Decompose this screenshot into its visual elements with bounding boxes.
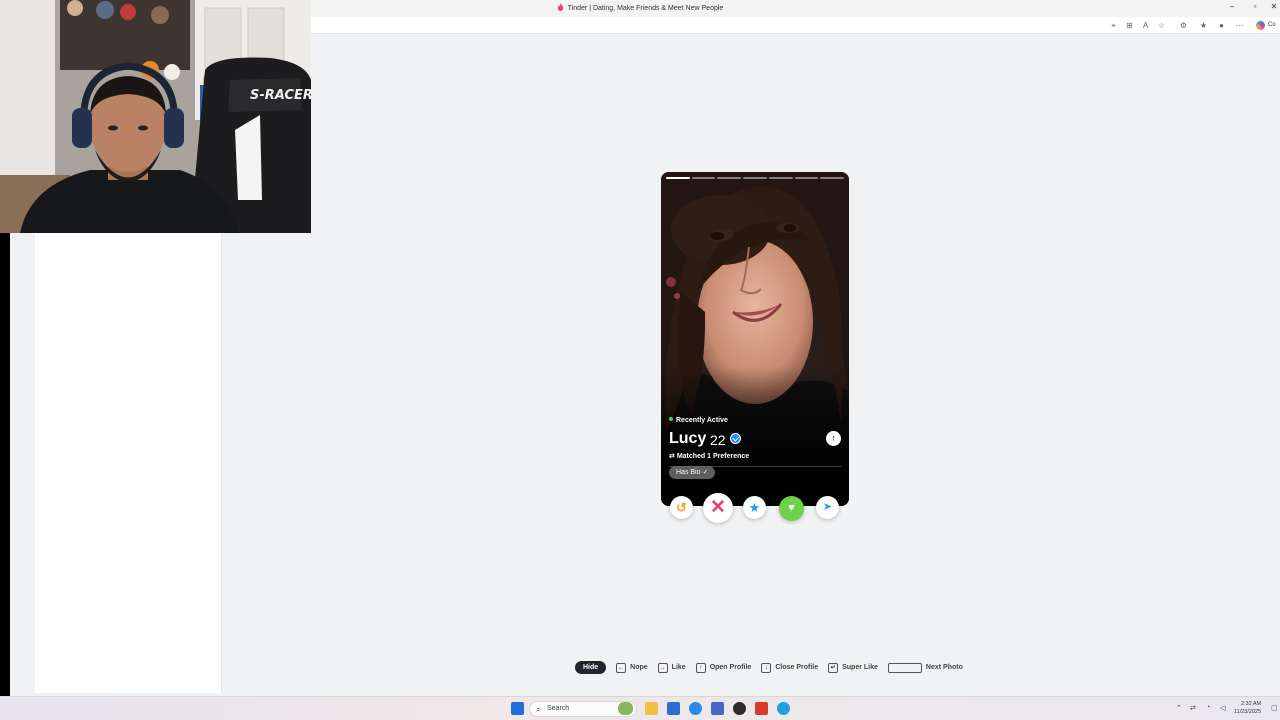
store-icon[interactable] (667, 702, 680, 715)
widget-icon[interactable] (618, 702, 633, 715)
edge-icon[interactable] (777, 702, 790, 715)
matched-preference: ⇄ Matched 1 Preference (669, 452, 749, 460)
open-profile-arrow-icon[interactable]: ↑ (826, 431, 841, 446)
heart-icon: ♥ (788, 502, 795, 514)
recorder-icon[interactable] (755, 702, 768, 715)
profile-card[interactable]: Recently Active Lucy 22 ↑ ⇄ Matched 1 Pr… (661, 172, 849, 506)
window-title-text: Tinder | Dating, Make Friends & Meet New… (567, 5, 724, 12)
clock-time: 2:32 AM (1240, 701, 1262, 707)
recently-active-status: Recently Active (669, 417, 728, 424)
enter-key-icon: ↵ (828, 662, 839, 673)
favorites-icon[interactable]: ★ (1199, 21, 1208, 30)
clock-date: 11/23/2025 (1234, 709, 1262, 715)
rewind-icon: ↺ (676, 500, 687, 515)
more-options-icon[interactable]: ⋯ (1235, 21, 1244, 30)
left-dark-edge (0, 233, 10, 696)
outlook-icon[interactable] (689, 702, 702, 715)
like-button[interactable]: ♥ (779, 496, 804, 521)
webcam-image: S-RACER (0, 0, 311, 233)
shortcut-close-profile-label: Close Profile (775, 664, 819, 671)
svg-text:S-RACER: S-RACER (250, 88, 311, 103)
photo-progress-bars (666, 177, 845, 180)
app-icon[interactable] (733, 702, 746, 715)
shortcut-like-label: Like (671, 664, 686, 671)
shortcut-super-like-label: Super Like (842, 664, 878, 671)
maximize-icon[interactable]: ▫ (1249, 2, 1261, 11)
shortcut-super-like: ↵ Super Like (828, 662, 878, 673)
recently-active-label: Recently Active (676, 417, 728, 424)
wifi-icon[interactable]: ◔ (1206, 704, 1210, 711)
rewind-button[interactable]: ↺ (670, 496, 693, 519)
photo-bar[interactable] (794, 177, 819, 179)
hide-shortcuts-button[interactable]: Hide (575, 661, 607, 674)
taskbar-clock[interactable]: 2:32 AM 11/23/2025 (1234, 700, 1261, 716)
check-icon: ✓ (702, 469, 709, 476)
network-icon[interactable]: ⇄ (1190, 704, 1196, 712)
shortcut-like: → Like (657, 662, 686, 673)
preferences-icon: ⇄ (669, 453, 677, 460)
has-bio-label: Has Bio (676, 469, 701, 476)
windows-taskbar: ⌕ Search ⌃ ⇄ ◔ ◁ 2:32 AM 11/23/2025 ▢ (0, 696, 1280, 720)
send-icon: ➤ (822, 501, 833, 513)
shortcut-next-photo-label: Next Photo (925, 664, 963, 671)
location-icon[interactable]: ⌖ (1109, 21, 1118, 30)
has-bio-chip[interactable]: Has Bio ✓ (669, 466, 716, 479)
shortcut-open-profile: ↑ Open Profile (695, 662, 752, 673)
webcam-overlay: S-RACER (0, 0, 311, 233)
left-arrow-key-icon: ← (616, 662, 627, 673)
photo-bar[interactable] (666, 177, 690, 179)
shortcut-nope-label: Nope (630, 664, 648, 671)
close-window-icon[interactable]: ✕ (1268, 2, 1280, 11)
down-arrow-key-icon: ↓ (761, 662, 772, 673)
super-like-button[interactable]: ★ (743, 496, 766, 519)
copilot-icon[interactable] (1256, 21, 1265, 30)
photo-bar[interactable] (820, 177, 845, 179)
search-icon: ⌕ (536, 705, 541, 714)
start-button-icon[interactable] (511, 702, 524, 715)
space-key-icon (887, 662, 922, 673)
favorite-star-icon[interactable]: ☆ (1157, 21, 1166, 30)
taskbar-search-placeholder: Search (547, 705, 570, 712)
photo-bar[interactable] (743, 177, 767, 179)
notification-icon[interactable]: ▢ (1271, 704, 1278, 712)
read-aloud-icon[interactable]: A (1141, 21, 1150, 30)
right-arrow-key-icon: → (657, 662, 668, 673)
shortcut-nope: ← Nope (616, 662, 648, 673)
online-dot-icon (669, 417, 673, 421)
photo-bar[interactable] (691, 177, 716, 179)
browser-toolbar: ⌖ ⊞ A ☆ ⚙ ★ ● ⋯ (311, 17, 1280, 34)
tinder-flame-icon (557, 3, 563, 11)
vpn-icon[interactable] (711, 702, 724, 715)
extensions-icon[interactable]: ⚙ (1179, 21, 1188, 30)
shortcut-open-profile-label: Open Profile (709, 664, 752, 671)
verified-badge-icon (730, 433, 741, 444)
shortcut-close-profile: ↓ Close Profile (761, 662, 819, 673)
sidebar-panel (35, 233, 222, 693)
tray-chevron-icon[interactable]: ⌃ (1176, 704, 1182, 712)
keyboard-shortcuts-bar: Hide ← Nope → Like ↑ Open Profile ↓ Close Pr… (575, 660, 963, 675)
profile-age: 22 (710, 432, 726, 448)
apps-icon[interactable]: ⊞ (1125, 21, 1134, 30)
file-explorer-icon[interactable] (645, 702, 658, 715)
volume-icon[interactable]: ◁ (1220, 704, 1225, 712)
photo-bar[interactable] (717, 177, 742, 179)
boost-button[interactable]: ➤ (816, 496, 839, 519)
screen: { "browser": { "tab_title": "Tinder | Da… (0, 0, 1280, 720)
x-icon: ✕ (710, 497, 726, 518)
profile-name: Lucy (669, 430, 707, 447)
up-arrow-key-icon: ↑ (695, 662, 706, 673)
copilot-label[interactable]: Co (1268, 22, 1276, 28)
star-icon: ★ (748, 500, 761, 515)
shortcut-next-photo: Next Photo (887, 662, 963, 673)
minimize-icon[interactable]: – (1226, 2, 1238, 11)
photo-bar[interactable] (768, 177, 793, 179)
profile-avatar-icon[interactable]: ● (1217, 21, 1226, 30)
nope-button[interactable]: ✕ (703, 493, 733, 523)
matched-preference-label: Matched 1 Preference (676, 453, 750, 460)
